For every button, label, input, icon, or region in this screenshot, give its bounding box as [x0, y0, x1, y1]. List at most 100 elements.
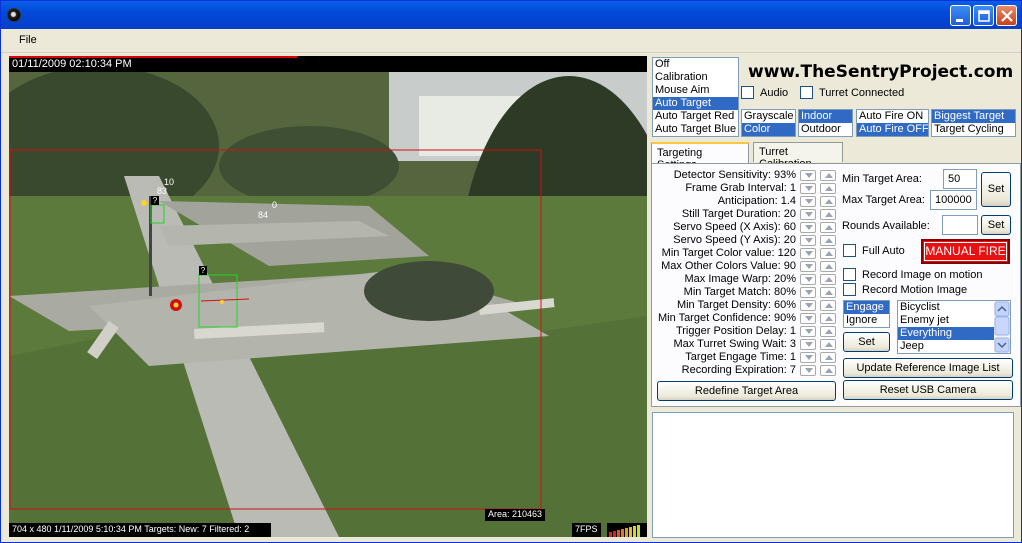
increase-button[interactable] [820, 352, 836, 363]
engage-list[interactable]: Engage Ignore [843, 300, 890, 328]
reference-list-item[interactable]: Enemy jet [898, 314, 994, 327]
setting-value: 1 [789, 325, 796, 337]
increase-button[interactable] [820, 248, 836, 259]
target-mode-list-item[interactable]: Target Cycling [932, 123, 1015, 136]
setting-label: Recording Expiration: [681, 364, 787, 376]
full-auto-checkbox[interactable]: Full Auto [843, 244, 905, 257]
record-on-motion-checkbox[interactable]: Record Image on motion [843, 268, 982, 281]
decrease-button[interactable] [800, 274, 816, 285]
increase-button[interactable] [820, 222, 836, 233]
log-output[interactable] [652, 412, 1014, 538]
increase-button[interactable] [820, 196, 836, 207]
setting-row: Min Target Confidence: 90% [651, 312, 796, 325]
record-motion-image-check-box[interactable] [843, 283, 856, 296]
decrease-button[interactable] [800, 287, 816, 298]
decrease-button[interactable] [800, 196, 816, 207]
decrease-button[interactable] [800, 170, 816, 181]
target-mode-list-item[interactable]: Biggest Target [932, 110, 1015, 123]
decrease-button[interactable] [800, 326, 816, 337]
audio-checkbox[interactable]: Audio [741, 86, 788, 99]
minimize-button[interactable] [950, 5, 971, 26]
setting-row: Min Target Color value: 120 [651, 247, 796, 260]
setting-value: 20 [783, 234, 796, 246]
decrease-button[interactable] [800, 248, 816, 259]
increase-button[interactable] [820, 235, 836, 246]
mode-list[interactable]: Off Calibration Mouse Aim Auto Target Auto T… [652, 57, 739, 137]
set-area-button[interactable]: Set [981, 172, 1011, 207]
location-list[interactable]: Indoor Outdoor [798, 109, 853, 137]
decrease-button[interactable] [800, 313, 816, 324]
app-eye-icon[interactable] [7, 8, 21, 22]
menu-file[interactable]: File [19, 34, 37, 46]
turret-connected-checkbox[interactable]: Turret Connected [800, 86, 904, 99]
engage-list-item[interactable]: Ignore [844, 314, 889, 327]
setting-label: Still Target Duration: [681, 208, 781, 220]
tab-turret-calibration[interactable]: Turret Calibration [753, 142, 843, 170]
set-rounds-button[interactable]: Set [981, 215, 1011, 235]
tab-targeting-settings[interactable]: Targeting Settings [651, 142, 749, 171]
increase-button[interactable] [820, 261, 836, 272]
arrow-up-icon [825, 186, 833, 191]
increase-button[interactable] [820, 300, 836, 311]
increase-button[interactable] [820, 274, 836, 285]
reference-list-scrollbar[interactable] [994, 301, 1010, 353]
mode-list-item[interactable]: Off [653, 58, 738, 71]
set-engage-button[interactable]: Set [843, 332, 890, 352]
maximize-button[interactable] [973, 5, 994, 26]
title-bar[interactable] [1, 1, 1021, 29]
increase-button[interactable] [820, 339, 836, 350]
increase-button[interactable] [820, 209, 836, 220]
max-area-input[interactable]: 100000 [930, 190, 977, 210]
setting-label: Min Target Confidence: [657, 312, 771, 324]
decrease-button[interactable] [800, 235, 816, 246]
target-label-2: 83 [157, 186, 168, 196]
decrease-button[interactable] [800, 222, 816, 233]
increase-button[interactable] [820, 287, 836, 298]
turret-connected-check-box[interactable] [800, 86, 813, 99]
color-mode-list-item[interactable]: Grayscale [742, 110, 795, 123]
record-on-motion-check-box[interactable] [843, 268, 856, 281]
increase-button[interactable] [820, 170, 836, 181]
increase-button[interactable] [820, 183, 836, 194]
decrease-button[interactable] [800, 209, 816, 220]
color-mode-list-item[interactable]: Color [742, 123, 795, 136]
decrease-button[interactable] [800, 365, 816, 376]
mode-list-item[interactable]: Auto Target [653, 97, 738, 110]
audio-check-box[interactable] [741, 86, 754, 99]
reset-usb-camera-button[interactable]: Reset USB Camera [843, 380, 1013, 400]
update-reference-list-button[interactable]: Update Reference Image List [843, 358, 1013, 378]
full-auto-check-box[interactable] [843, 244, 856, 257]
reference-list-item[interactable]: Jeep [898, 340, 994, 353]
target-mode-list[interactable]: Biggest Target Target Cycling [931, 109, 1016, 137]
color-mode-list[interactable]: Grayscale Color [741, 109, 796, 137]
decrease-button[interactable] [800, 352, 816, 363]
decrease-button[interactable] [800, 261, 816, 272]
audio-label: Audio [760, 86, 789, 99]
mode-list-item[interactable]: Auto Target Red [653, 110, 738, 123]
min-area-input[interactable]: 50 [943, 169, 977, 189]
mode-list-item[interactable]: Mouse Aim [653, 84, 738, 97]
engage-list-item[interactable]: Engage [844, 301, 889, 314]
mode-list-item[interactable]: Auto Target Blue [653, 123, 738, 136]
redefine-target-area-button[interactable]: Redefine Target Area [657, 381, 836, 401]
autofire-list-item[interactable]: Auto Fire ON [857, 110, 928, 123]
camera-feed[interactable]: 01/11/2009 02:10:34 PM 10 83 0 84 ? ? Ar… [9, 56, 647, 537]
location-list-item[interactable]: Indoor [799, 110, 852, 123]
decrease-button[interactable] [800, 300, 816, 311]
close-button[interactable] [996, 5, 1017, 26]
reference-list-item[interactable]: Everything [898, 327, 994, 340]
decrease-button[interactable] [800, 183, 816, 194]
setting-value: 1.4 [780, 195, 796, 207]
record-motion-image-checkbox[interactable]: Record Motion Image [843, 283, 967, 296]
increase-button[interactable] [820, 326, 836, 337]
manual-fire-button[interactable]: MANUAL FIRE [921, 239, 1010, 264]
location-list-item[interactable]: Outdoor [799, 123, 852, 136]
reference-list-item[interactable]: Bicyclist [898, 301, 994, 314]
rounds-input[interactable] [942, 215, 978, 235]
mode-list-item[interactable]: Calibration [653, 71, 738, 84]
increase-button[interactable] [820, 365, 836, 376]
decrease-button[interactable] [800, 339, 816, 350]
autofire-list[interactable]: Auto Fire ON Auto Fire OFF [856, 109, 929, 137]
autofire-list-item[interactable]: Auto Fire OFF [857, 123, 928, 136]
increase-button[interactable] [820, 313, 836, 324]
